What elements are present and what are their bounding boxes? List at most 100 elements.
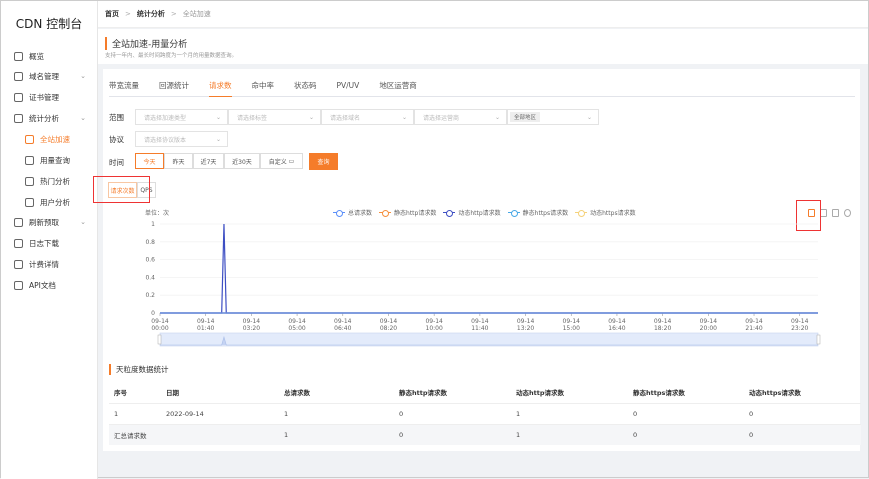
x-tick-label: 09-14 bbox=[791, 318, 809, 325]
sidebar-item-label: 计费详情 bbox=[29, 259, 59, 269]
sidebar-item-label: API文档 bbox=[29, 280, 56, 290]
x-tick-label: 03:20 bbox=[243, 325, 260, 332]
x-tick-label: 09-14 bbox=[608, 318, 626, 325]
data-zoom-handle-right[interactable] bbox=[816, 334, 821, 345]
x-tick-label: 09-14 bbox=[563, 318, 581, 325]
sidebar-item-label: 域名管理 bbox=[29, 71, 59, 81]
table-cell: 1 bbox=[109, 402, 161, 424]
sidebar-item-label: 刷新预取 bbox=[29, 217, 59, 227]
main: 首页 > 统计分析 > 全站加速 全站加速-用量分析 支持一年内、最长时间跨度为一个… bbox=[93, 1, 868, 477]
x-tick-label: 20:00 bbox=[700, 325, 717, 332]
summary-cell: 1 bbox=[279, 423, 394, 445]
x-tick-label: 09-14 bbox=[243, 318, 261, 325]
sidebar-item[interactable]: 全站加速 bbox=[1, 129, 98, 149]
document-icon bbox=[25, 155, 34, 165]
breadcrumb-stats[interactable]: 统计分析 bbox=[137, 9, 165, 19]
column-header: 静态https请求数 bbox=[633, 389, 685, 398]
x-tick-label: 18:20 bbox=[654, 325, 671, 332]
sidebar-item-label: 用量查询 bbox=[40, 155, 70, 165]
summary-cell: 0 bbox=[394, 423, 511, 445]
log-icon bbox=[14, 238, 23, 248]
chevron-down-icon: ⌄ bbox=[80, 218, 86, 226]
table-cell: 1 bbox=[511, 402, 628, 424]
certificate-icon bbox=[14, 92, 23, 102]
sidebar-item-label: 证书管理 bbox=[29, 92, 59, 102]
x-tick-label: 01:40 bbox=[197, 325, 214, 332]
chart-icon bbox=[14, 113, 23, 123]
overview-icon bbox=[14, 51, 23, 61]
summary-cell bbox=[161, 423, 279, 445]
sidebar-item[interactable]: 计费详情 bbox=[1, 254, 98, 274]
column-header: 日期 bbox=[166, 389, 179, 398]
globe-icon bbox=[14, 71, 23, 81]
sidebar-item-label: 日志下载 bbox=[29, 238, 59, 248]
app-title: CDN 控制台 bbox=[15, 17, 83, 31]
sidebar-item-label: 全站加速 bbox=[40, 134, 70, 144]
column-header: 静态http请求数 bbox=[399, 389, 447, 398]
data-zoom-handle-left[interactable] bbox=[157, 334, 162, 345]
billing-icon bbox=[14, 259, 23, 269]
content-card: 带宽流量 回源统计 请求数 命中率 状态码 PV/UV 地区运营商 范围 请选择加速类型 ⌄ … bbox=[93, 69, 861, 451]
table-cell: 1 bbox=[279, 402, 394, 424]
y-tick-label: 1 bbox=[151, 221, 155, 228]
x-tick-label: 06:40 bbox=[334, 325, 351, 332]
table-title: 天粒度数据统计 bbox=[109, 364, 169, 375]
sidebar: CDN 控制台 概览 域名管理 ⌄ 证书管理 统计分析 ⌄ 全站加速 用量查询 热门分析 用户分析… bbox=[1, 1, 98, 479]
sidebar-item[interactable]: API文档 bbox=[1, 275, 98, 295]
x-tick-label: 09-14 bbox=[197, 318, 215, 325]
table-cell: 0 bbox=[744, 402, 861, 424]
table-row: 1 2022-09-14 1 0 1 0 0 bbox=[109, 402, 861, 424]
page-title: 全站加速-用量分析 bbox=[105, 37, 187, 50]
x-tick-label: 21:40 bbox=[745, 325, 762, 332]
user-icon bbox=[25, 176, 34, 186]
sidebar-item[interactable]: 证书管理 bbox=[1, 87, 98, 107]
x-tick-label: 16:40 bbox=[608, 325, 625, 332]
table-cell: 0 bbox=[394, 402, 511, 424]
y-tick-label: 0.8 bbox=[145, 239, 155, 246]
x-tick-label: 15:00 bbox=[563, 325, 580, 332]
data-zoom-slider[interactable] bbox=[159, 332, 819, 347]
sidebar-item-label: 热门分析 bbox=[40, 176, 70, 186]
x-tick-label: 10:00 bbox=[426, 325, 443, 332]
api-doc-icon bbox=[14, 280, 23, 290]
summary-cell: 0 bbox=[628, 423, 744, 445]
x-tick-label: 08:20 bbox=[380, 325, 397, 332]
daily-stats-table: 序号 日期 总请求数 静态http请求数 动态http请求数 静态https请求数 动态ht… bbox=[109, 382, 861, 445]
column-header: 总请求数 bbox=[284, 389, 310, 398]
sidebar-item[interactable]: 刷新预取 ⌄ bbox=[1, 212, 98, 232]
x-tick-label: 09-14 bbox=[380, 318, 398, 325]
page-header: 全站加速-用量分析 支持一年内、最长时间跨度为一个月的用量数据查询。 bbox=[98, 29, 868, 64]
x-tick-label: 23:20 bbox=[791, 325, 808, 332]
x-tick-label: 09-14 bbox=[517, 318, 535, 325]
x-tick-label: 05:00 bbox=[288, 325, 305, 332]
x-tick-label: 09-14 bbox=[288, 318, 306, 325]
sidebar-item[interactable]: 用户分析 bbox=[1, 192, 98, 212]
breadcrumb: 首页 > 统计分析 > 全站加速 bbox=[98, 1, 868, 28]
sidebar-item[interactable]: 日志下载 bbox=[1, 233, 98, 253]
request-chart: 00.20.40.60.8109-1400:0009-1401:4009-140… bbox=[145, 221, 821, 347]
summary-cell: 汇总请求数 bbox=[109, 423, 161, 445]
table-cell: 0 bbox=[628, 402, 744, 424]
x-tick-label: 00:00 bbox=[151, 325, 168, 332]
breadcrumb-home[interactable]: 首页 bbox=[105, 9, 119, 19]
column-header: 动态http请求数 bbox=[516, 389, 564, 398]
sidebar-item[interactable]: 概览 bbox=[1, 46, 98, 66]
sidebar-item[interactable]: 域名管理 ⌄ bbox=[1, 66, 98, 86]
x-tick-label: 09-14 bbox=[151, 318, 169, 325]
sidebar-item[interactable]: 统计分析 ⌄ bbox=[1, 108, 98, 128]
breadcrumb-current: 全站加速 bbox=[182, 10, 211, 18]
sidebar-item-label: 统计分析 bbox=[29, 113, 59, 123]
y-tick-label: 0 bbox=[151, 310, 155, 317]
x-tick-label: 09-14 bbox=[700, 318, 718, 325]
sidebar-item[interactable]: 热门分析 bbox=[1, 171, 98, 191]
table-cell: 2022-09-14 bbox=[161, 402, 279, 424]
sidebar-item-label: 用户分析 bbox=[40, 197, 70, 207]
chevron-down-icon: ⌄ bbox=[80, 72, 86, 80]
sidebar-item[interactable]: 用量查询 bbox=[1, 150, 98, 170]
x-tick-label: 09-14 bbox=[334, 318, 352, 325]
series-line bbox=[160, 223, 818, 314]
x-tick-label: 09-14 bbox=[654, 318, 672, 325]
x-tick-label: 09-14 bbox=[425, 318, 443, 325]
y-tick-label: 0.6 bbox=[145, 257, 155, 264]
y-tick-label: 0.4 bbox=[145, 274, 155, 281]
